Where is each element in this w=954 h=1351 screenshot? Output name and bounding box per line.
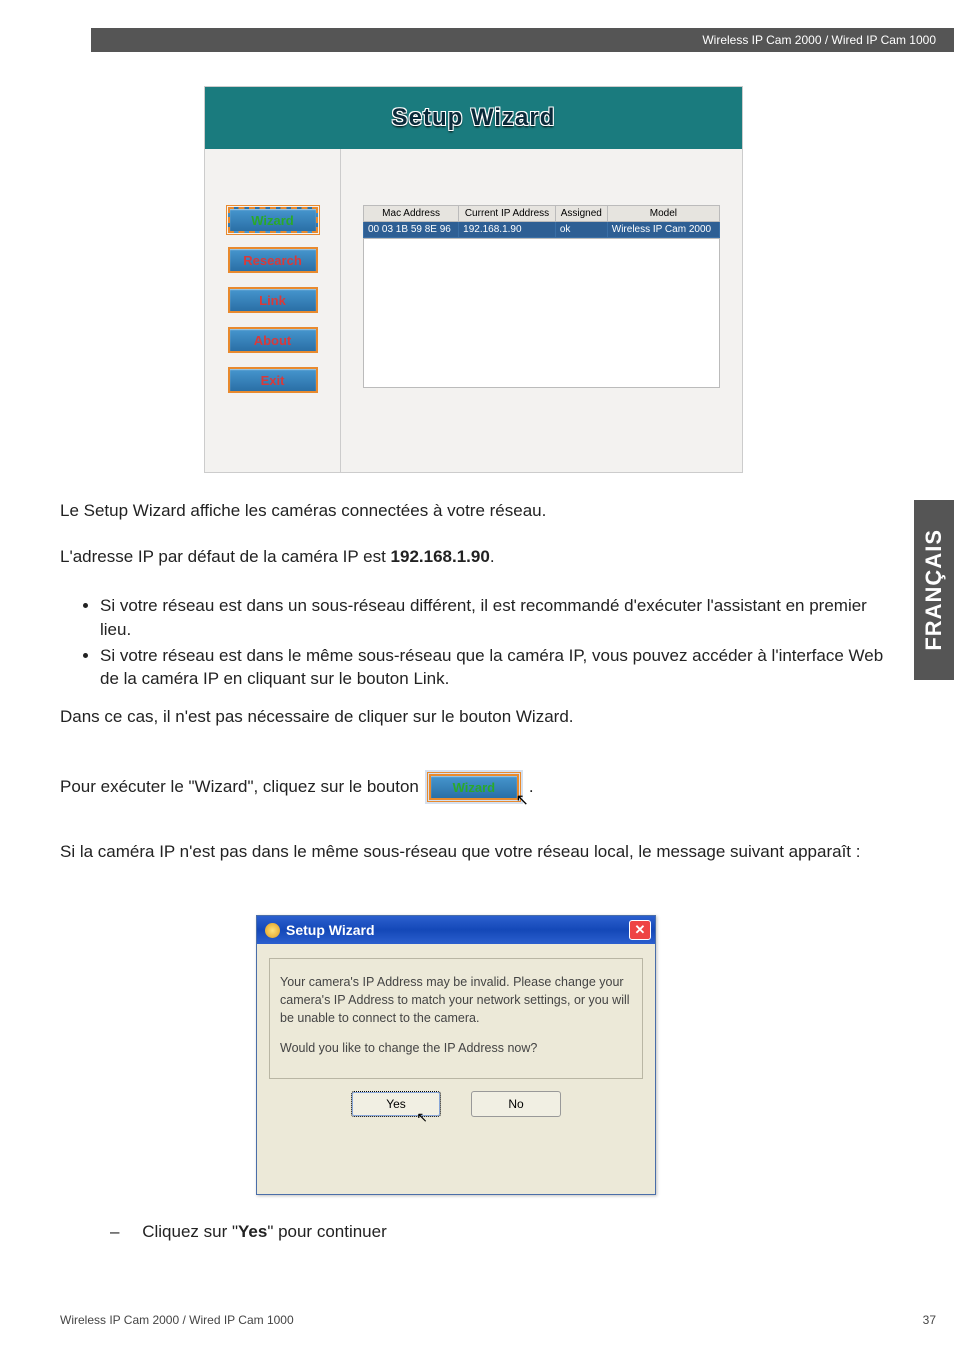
click-yes-line: – Cliquez sur "Yes" pour continuer — [110, 1222, 894, 1242]
setup-wizard-screenshot: Setup Wizard Wizard Research Link About … — [204, 86, 743, 473]
cell-model: Wireless IP Cam 2000 — [607, 222, 719, 238]
dash: – — [110, 1222, 119, 1241]
final-yes: Yes — [238, 1222, 267, 1241]
paragraph-no-wizard: Dans ce cas, il n'est pas nécessaire de … — [60, 706, 894, 729]
final-c: " pour continuer — [267, 1222, 386, 1241]
language-tab-label: FRANÇAIS — [921, 529, 947, 651]
yes-button[interactable]: Yes ↖ — [351, 1091, 441, 1117]
list-item: Si votre réseau est dans un sous-réseau … — [100, 594, 894, 642]
paragraph-intro: Le Setup Wizard affiche les caméras conn… — [60, 500, 894, 523]
col-assigned: Assigned — [555, 206, 607, 222]
p2-part-a: L'adresse IP par défaut de la caméra IP … — [60, 547, 391, 566]
camera-table: Mac Address Current IP Address Assigned … — [363, 205, 720, 238]
ip-invalid-dialog: Setup Wizard ✕ Your camera's IP Address … — [256, 915, 656, 1195]
research-button[interactable]: Research — [228, 247, 318, 273]
dialog-title: Setup Wizard — [286, 922, 629, 938]
setup-wizard-body: Wizard Research Link About Exit Mac Addr… — [205, 149, 742, 472]
cell-assigned: ok — [555, 222, 607, 238]
paragraph-default-ip: L'adresse IP par défaut de la caméra IP … — [60, 546, 894, 569]
wizard-button[interactable]: Wizard — [228, 207, 318, 233]
col-ip: Current IP Address — [459, 206, 556, 222]
about-button[interactable]: About — [228, 327, 318, 353]
camera-listbox[interactable] — [363, 238, 720, 388]
inline-wizard-wrap: Wizard ↖ — [425, 770, 523, 804]
close-icon[interactable]: ✕ — [629, 920, 651, 940]
language-tab: FRANÇAIS — [914, 500, 954, 680]
setup-wizard-title: Setup Wizard — [392, 104, 556, 132]
dialog-msg2: Would you like to change the IP Address … — [280, 1039, 632, 1057]
table-row[interactable]: 00 03 1B 59 8E 96 192.168.1.90 ok Wirele… — [364, 222, 720, 238]
dialog-titlebar: Setup Wizard ✕ — [257, 916, 655, 944]
header-bar: Wireless IP Cam 2000 / Wired IP Cam 1000 — [91, 28, 954, 52]
header-product: Wireless IP Cam 2000 / Wired IP Cam 1000 — [702, 33, 936, 47]
dialog-msg1: Your camera's IP Address may be invalid.… — [280, 973, 632, 1027]
p4-part-b: . — [529, 777, 534, 797]
setup-wizard-sidebar: Wizard Research Link About Exit — [205, 149, 341, 472]
no-button-label: No — [508, 1097, 523, 1111]
spacer — [280, 1027, 632, 1039]
page: Wireless IP Cam 2000 / Wired IP Cam 1000… — [0, 0, 954, 1351]
table-header-row: Mac Address Current IP Address Assigned … — [364, 206, 720, 222]
exit-button[interactable]: Exit — [228, 367, 318, 393]
final-a: Cliquez sur " — [142, 1222, 238, 1241]
cursor-icon: ↖ — [515, 790, 528, 810]
dialog-buttons: Yes ↖ No — [269, 1079, 643, 1119]
p4-part-a: Pour exécuter le "Wizard", cliquez sur l… — [60, 777, 419, 797]
cursor-icon: ↖ — [416, 1109, 428, 1126]
cell-ip: 192.168.1.90 — [459, 222, 556, 238]
footer: Wireless IP Cam 2000 / Wired IP Cam 1000… — [60, 1313, 936, 1327]
setup-wizard-content: Mac Address Current IP Address Assigned … — [341, 149, 742, 472]
setup-wizard-titlebar: Setup Wizard — [205, 87, 742, 149]
link-button[interactable]: Link — [228, 287, 318, 313]
yes-button-label: Yes — [386, 1097, 406, 1111]
bullet-list: Si votre réseau est dans un sous-réseau … — [60, 594, 894, 693]
dialog-inner: Your camera's IP Address may be invalid.… — [257, 944, 655, 1127]
footer-page: 37 — [923, 1313, 936, 1327]
p2-part-c: . — [490, 547, 495, 566]
inline-wizard-button[interactable]: Wizard — [429, 774, 519, 800]
cell-mac: 00 03 1B 59 8E 96 — [364, 222, 459, 238]
no-button[interactable]: No — [471, 1091, 561, 1117]
paragraph-click-wizard: Pour exécuter le "Wizard", cliquez sur l… — [60, 770, 894, 804]
default-ip-value: 192.168.1.90 — [391, 547, 490, 566]
list-item: Si votre réseau est dans le même sous-ré… — [100, 644, 894, 692]
col-mac: Mac Address — [364, 206, 459, 222]
dialog-message-box: Your camera's IP Address may be invalid.… — [269, 958, 643, 1079]
dialog-app-icon — [265, 923, 280, 938]
paragraph-message: Si la caméra IP n'est pas dans le même s… — [60, 840, 894, 864]
col-model: Model — [607, 206, 719, 222]
footer-left: Wireless IP Cam 2000 / Wired IP Cam 1000 — [60, 1313, 294, 1327]
